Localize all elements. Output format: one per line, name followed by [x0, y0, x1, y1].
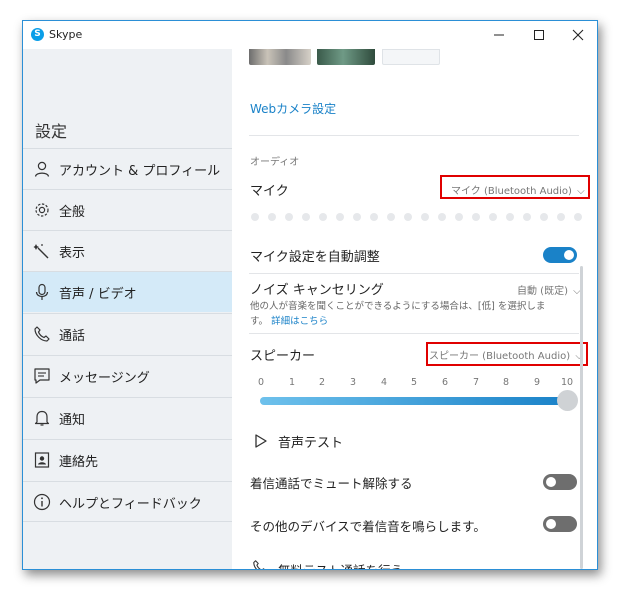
audio-test-label: 音声テスト — [278, 436, 344, 451]
sidebar-item-label: アカウント & プロフィール — [59, 164, 221, 179]
divider — [249, 333, 579, 334]
volume-tick: 10 — [561, 377, 574, 388]
sidebar-item-calling[interactable]: 通話 — [23, 313, 232, 354]
noise-cancellation-label: ノイズ キャンセリング — [250, 283, 384, 298]
volume-tick: 8 — [503, 377, 510, 388]
volume-tick: 1 — [289, 377, 296, 388]
sidebar-item-messaging[interactable]: メッセージング — [23, 355, 232, 396]
sidebar-item-appearance[interactable]: 表示 — [23, 230, 232, 271]
noise-description-line2: す。 詳細はこちら — [250, 313, 328, 327]
magic-wand-icon — [33, 244, 49, 259]
highlight-box-microphone — [440, 175, 590, 199]
free-test-call-label: 無料テスト通話を行う — [278, 560, 403, 569]
free-test-call-button[interactable]: 無料テスト通話を行う — [250, 557, 450, 569]
play-icon — [255, 434, 267, 448]
sidebar-item-label: 通話 — [59, 329, 86, 344]
settings-content: Webカメラ設定 オーディオ マイク マイク (Bluetooth Audio)… — [232, 49, 597, 569]
volume-tick: 0 — [258, 377, 265, 388]
sidebar-item-label: 連絡先 — [59, 455, 99, 470]
toggle-knob — [564, 250, 574, 260]
contact-card-icon — [34, 452, 50, 468]
bell-icon — [34, 410, 50, 426]
auto-adjust-label: マイク設定を自動調整 — [250, 250, 380, 265]
volume-tick: 4 — [381, 377, 388, 388]
minimize-icon — [494, 34, 504, 36]
maximize-button[interactable] — [522, 24, 556, 46]
noise-description-tail: す。 — [250, 316, 269, 327]
camera-thumbnail[interactable] — [317, 49, 375, 65]
phone-icon — [253, 560, 265, 569]
ring-other-devices-toggle[interactable] — [543, 516, 577, 532]
noise-cancellation-select[interactable]: 自動 (既定) ⌵ — [517, 282, 581, 297]
divider — [249, 273, 579, 274]
close-icon — [572, 29, 584, 41]
phone-icon — [34, 326, 50, 342]
ring-other-devices-label: その他のデバイスで着信音を鳴らします。 — [250, 519, 486, 534]
volume-tick: 7 — [473, 377, 480, 388]
unmute-incoming-label: 着信通話でミュート解除する — [250, 476, 413, 491]
title-bar: S Skype — [23, 21, 597, 49]
settings-sidebar: 設定 アカウント & プロフィール 全般 表示 音声 / ビデオ 通話 メッセー… — [23, 49, 232, 569]
sidebar-item-label: 音声 / ビデオ — [59, 287, 137, 302]
sidebar-item-help[interactable]: ヘルプとフィードバック — [23, 481, 232, 522]
gear-icon — [35, 203, 49, 217]
volume-tick: 9 — [534, 377, 541, 388]
sidebar-item-label: ヘルプとフィードバック — [59, 497, 202, 512]
user-icon — [34, 161, 50, 177]
volume-tick: 6 — [442, 377, 449, 388]
noise-cancellation-value: 自動 (既定) — [517, 286, 568, 297]
noise-description: 他の人が音楽を聞くことができるようにする場合は、[低] を選択しま — [250, 301, 546, 312]
audio-test-button[interactable]: 音声テスト — [250, 430, 390, 452]
speaker-label: スピーカー — [250, 349, 316, 364]
sidebar-item-audio-video[interactable]: 音声 / ビデオ — [23, 271, 232, 312]
volume-slider-thumb[interactable] — [557, 390, 578, 411]
volume-tick: 2 — [319, 377, 326, 388]
webcam-settings-link[interactable]: Webカメラ設定 — [250, 100, 336, 117]
skype-logo-icon: S — [31, 28, 44, 41]
minimize-button[interactable] — [482, 24, 516, 46]
microphone-icon — [35, 283, 49, 300]
sidebar-item-label: 全般 — [59, 205, 86, 220]
content-scrollbar[interactable] — [580, 266, 583, 569]
volume-tick: 3 — [350, 377, 357, 388]
close-button[interactable] — [561, 24, 595, 46]
toggle-knob — [546, 477, 556, 487]
skype-window: S Skype 設定 アカウント & プロフィール 全般 表示 音声 / ビデオ — [22, 20, 598, 570]
microphone-label: マイク — [250, 184, 289, 199]
auto-adjust-toggle[interactable] — [543, 247, 577, 263]
sidebar-item-contacts[interactable]: 連絡先 — [23, 439, 232, 480]
learn-more-link[interactable]: 詳細はこちら — [271, 316, 328, 327]
camera-thumbnail[interactable] — [249, 49, 311, 65]
divider — [249, 135, 579, 136]
volume-slider-fill — [260, 397, 566, 405]
settings-title: 設定 — [35, 122, 68, 141]
highlight-box-speaker — [426, 342, 588, 366]
sidebar-item-label: メッセージング — [59, 371, 150, 386]
maximize-icon — [534, 30, 544, 40]
toggle-knob — [546, 519, 556, 529]
sidebar-item-notifications[interactable]: 通知 — [23, 397, 232, 438]
sidebar-item-general[interactable]: 全般 — [23, 189, 232, 230]
sidebar-item-label: 通知 — [59, 413, 86, 428]
camera-thumbnail[interactable] — [382, 49, 440, 65]
audio-section-heading: オーディオ — [250, 157, 300, 168]
app-title: Skype — [49, 28, 83, 41]
info-icon — [33, 493, 51, 511]
sidebar-item-label: 表示 — [59, 246, 86, 261]
volume-tick: 5 — [411, 377, 418, 388]
volume-slider-track[interactable] — [260, 397, 566, 405]
sidebar-item-account[interactable]: アカウント & プロフィール — [23, 148, 232, 189]
message-icon — [34, 368, 50, 384]
unmute-incoming-toggle[interactable] — [543, 474, 577, 490]
